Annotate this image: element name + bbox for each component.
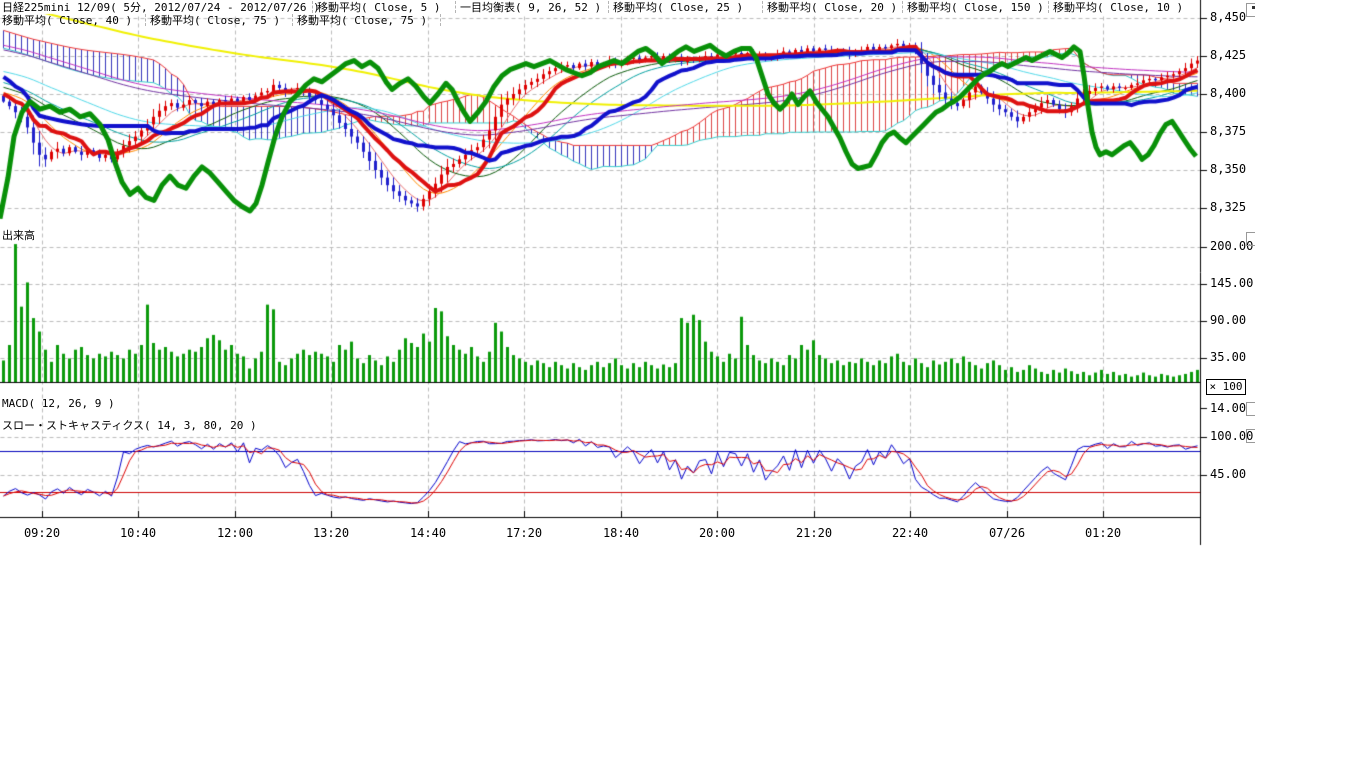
time-tick-label: 14:40: [398, 526, 458, 540]
legend-separator: [1048, 1, 1049, 13]
time-tick-label: 21:20: [784, 526, 844, 540]
stoch-tick-label: 45.00: [1210, 468, 1246, 481]
legend-separator: [312, 1, 313, 13]
legend-item: 移動平均( Close, 10 ): [1053, 1, 1183, 14]
legend-separator: [145, 14, 146, 26]
legend-item: 日経225mini 12/09( 5分, 2012/07/24 - 2012/0…: [2, 1, 320, 14]
volume-tick-label: 145.00: [1210, 277, 1253, 290]
time-tick-label: 13:20: [301, 526, 361, 540]
legend-separator: [440, 14, 441, 26]
legend-item: 移動平均( Close, 20 ): [767, 1, 897, 14]
price-tick-label: 8,375: [1210, 125, 1246, 138]
price-tick-label: 8,425: [1210, 49, 1246, 62]
chart-canvas[interactable]: [0, 0, 1260, 560]
price-tick-label: 8,350: [1210, 163, 1246, 176]
legend-item: 移動平均( Close, 150 ): [907, 1, 1044, 14]
volume-tick-label: 90.00: [1210, 314, 1246, 327]
time-tick-label: 18:40: [591, 526, 651, 540]
legend-separator: [762, 1, 763, 13]
legend-item: 移動平均( Close, 40 ): [2, 14, 132, 27]
legend-item: 一目均衡表( 9, 26, 52 ): [460, 1, 601, 14]
legend-item: 移動平均( Close, 5 ): [317, 1, 440, 14]
price-tick-label: 8,325: [1210, 201, 1246, 214]
volume-panel-label: 出来高: [2, 230, 35, 242]
legend-item: 移動平均( Close, 75 ): [150, 14, 280, 27]
time-tick-label: 22:40: [880, 526, 940, 540]
panel-resize-handle-stoch[interactable]: [1246, 429, 1255, 443]
legend-separator: [902, 1, 903, 13]
price-tick-label: 8,450: [1210, 11, 1246, 24]
time-tick-label: 17:20: [494, 526, 554, 540]
legend-separator: [608, 1, 609, 13]
time-tick-label: 07/26: [977, 526, 1037, 540]
panel-resize-handle-volume[interactable]: [1246, 232, 1255, 246]
macd-tick-label: 14.00: [1210, 402, 1246, 415]
time-tick-label: 12:00: [205, 526, 265, 540]
time-tick-label: 10:40: [108, 526, 168, 540]
chart-application-window: 日経225mini 12/09( 5分, 2012/07/24 - 2012/0…: [0, 0, 1366, 768]
time-tick-label: 01:20: [1073, 526, 1133, 540]
macd-panel-label: MACD( 12, 26, 9 ): [2, 398, 115, 410]
panel-resize-handle-macd[interactable]: [1246, 402, 1255, 416]
panel-resize-handle-price[interactable]: [1246, 3, 1255, 17]
legend-separator: [455, 1, 456, 13]
legend-separator: [292, 14, 293, 26]
time-tick-label: 09:20: [12, 526, 72, 540]
price-tick-label: 8,400: [1210, 87, 1246, 100]
volume-scale-badge: × 100: [1206, 379, 1246, 395]
time-tick-label: 20:00: [687, 526, 747, 540]
stochastics-panel-label: スロー・ストキャスティクス( 14, 3, 80, 20 ): [2, 420, 257, 432]
legend-item: 移動平均( Close, 25 ): [613, 1, 743, 14]
volume-tick-label: 35.00: [1210, 351, 1246, 364]
legend-item: 移動平均( Close, 75 ): [297, 14, 427, 27]
